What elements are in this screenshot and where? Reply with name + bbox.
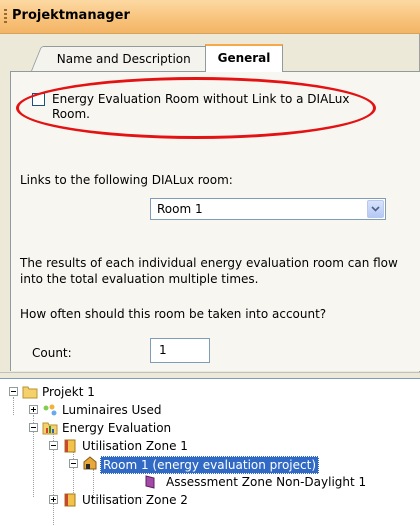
title-bar: Projektmanager (0, 0, 420, 34)
how-often-text: How often should this room be taken into… (20, 307, 327, 321)
project-tree: Projekt 1 Luminaires Used Energy Evaluat… (0, 378, 420, 526)
tree-item-label: Projekt 1 (42, 385, 95, 399)
utilisation-zone-icon (64, 493, 76, 507)
tree-item-energy-evaluation[interactable]: Energy Evaluation (0, 419, 420, 437)
collapse-icon[interactable] (69, 459, 78, 468)
tree-item-label: Utilisation Zone 2 (82, 493, 188, 507)
expand-icon[interactable] (49, 495, 58, 504)
count-value: 1 (159, 343, 167, 357)
room-icon (83, 456, 97, 470)
collapse-icon[interactable] (9, 387, 18, 396)
properties-panel: Name and Description General Energy Eval… (0, 34, 420, 372)
tree-item-room-1[interactable]: Room 1 (energy evaluation project) (0, 455, 420, 474)
tab-label: Name and Description (56, 52, 191, 66)
tab-general[interactable]: General (205, 44, 283, 72)
window-title: Projektmanager (12, 8, 130, 23)
dialux-room-select[interactable]: Room 1 (150, 198, 386, 220)
utilisation-zone-icon (64, 439, 76, 453)
results-text: The results of each individual energy ev… (20, 256, 398, 286)
tree-item-utilisation-zone-2[interactable]: Utilisation Zone 2 (0, 491, 420, 509)
collapse-icon[interactable] (49, 441, 58, 450)
expand-icon[interactable] (29, 405, 38, 414)
tree-item-utilisation-zone-1[interactable]: Utilisation Zone 1 (0, 437, 420, 455)
chevron-down-icon[interactable] (367, 200, 384, 218)
dialux-room-select-value: Room 1 (157, 202, 203, 216)
count-label: Count: (32, 346, 72, 360)
luminaires-icon (43, 404, 57, 416)
tree-item-label: Assessment Zone Non-Daylight 1 (166, 475, 367, 489)
tree-item-label: Room 1 (energy evaluation project) (100, 456, 320, 474)
assessment-zone-icon (145, 475, 155, 489)
grip-icon[interactable] (4, 9, 7, 25)
tree-item-label: Utilisation Zone 1 (82, 439, 188, 453)
folder-icon (22, 386, 38, 399)
tree-item-luminaires-used[interactable]: Luminaires Used (0, 401, 420, 419)
tree-item-assessment-zone[interactable]: Assessment Zone Non-Daylight 1 (0, 473, 420, 491)
links-label: Links to the following DIALux room: (20, 173, 233, 187)
energy-evaluation-icon (42, 422, 58, 435)
collapse-icon[interactable] (29, 423, 38, 432)
tab-label: General (217, 51, 271, 65)
count-input[interactable]: 1 (150, 338, 210, 363)
tree-item-projekt-1[interactable]: Projekt 1 (0, 383, 420, 401)
tree-item-label: Luminaires Used (62, 403, 162, 417)
red-highlight-ellipse (16, 77, 376, 139)
tab-name-and-description[interactable]: Name and Description (30, 46, 218, 71)
tree-item-label: Energy Evaluation (62, 421, 172, 435)
